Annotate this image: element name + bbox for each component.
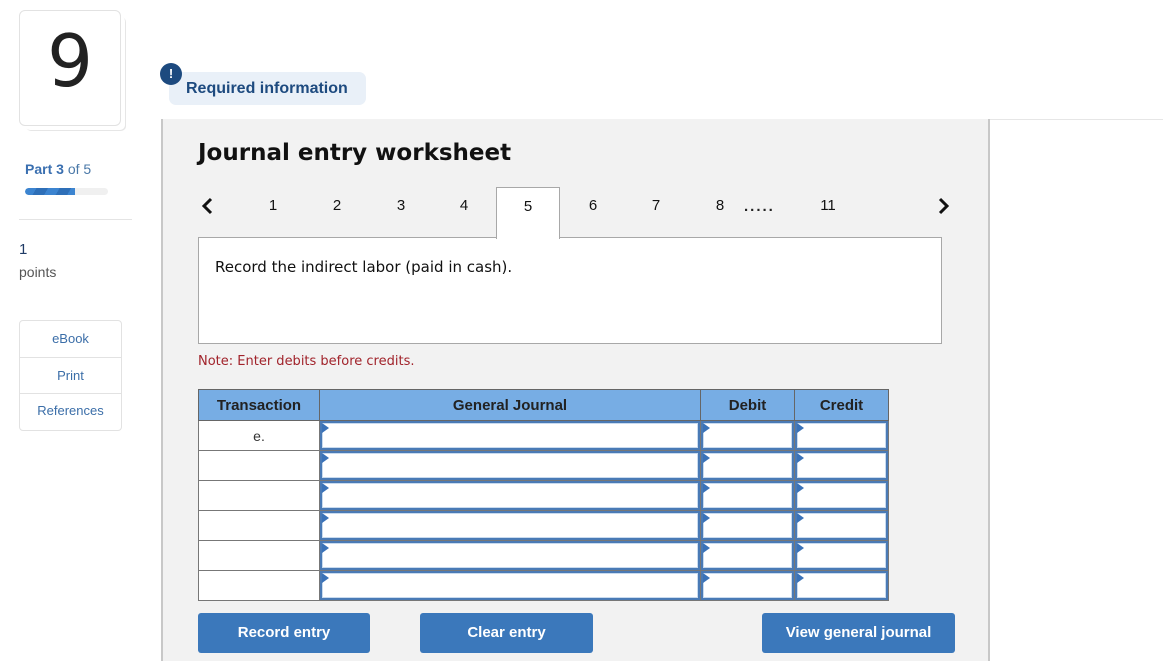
debit-input[interactable] (703, 423, 792, 448)
required-information-label[interactable]: Required information (169, 72, 366, 105)
debit-cell (700, 510, 795, 541)
credit-input[interactable] (797, 513, 886, 538)
account-select[interactable] (322, 513, 698, 538)
worksheet-title: Journal entry worksheet (198, 140, 512, 166)
page-tab-4[interactable]: 4 (450, 187, 478, 237)
references-button[interactable]: References (20, 394, 121, 430)
account-select[interactable] (322, 453, 698, 478)
progress-fill (25, 188, 75, 195)
page-tab-6[interactable]: 6 (579, 187, 607, 237)
points-value: 1 (19, 241, 28, 258)
part-current: 3 (56, 161, 64, 177)
table-row: e. (198, 420, 889, 451)
transaction-cell (198, 450, 320, 481)
credit-input[interactable] (797, 543, 886, 568)
transaction-cell (198, 570, 320, 601)
transaction-cell: e. (198, 420, 320, 451)
question-number-card: 9 (19, 10, 121, 126)
credit-cell (794, 420, 889, 451)
credit-cell (794, 570, 889, 601)
credit-cell (794, 510, 889, 541)
table-row (198, 450, 889, 481)
credit-input[interactable] (797, 423, 886, 448)
record-entry-button[interactable]: Record entry (198, 613, 370, 653)
page-tab-2[interactable]: 2 (323, 187, 351, 237)
points-label: points (19, 264, 57, 280)
instruction-note: Note: Enter debits before credits. (198, 354, 415, 369)
account-select[interactable] (322, 423, 698, 448)
transaction-cell (198, 540, 320, 571)
account-cell (319, 420, 701, 451)
table-row (198, 510, 889, 541)
worksheet-pager: 1 2 3 4 5 6 7 8 ..... 11 (163, 187, 988, 239)
header-general-journal: General Journal (319, 389, 701, 421)
credit-cell (794, 540, 889, 571)
page-tab-5-active[interactable]: 5 (496, 187, 560, 239)
page-tab-1[interactable]: 1 (259, 187, 287, 237)
page-tab-3[interactable]: 3 (387, 187, 415, 237)
account-cell (319, 510, 701, 541)
debit-cell (700, 480, 795, 511)
debit-input[interactable] (703, 543, 792, 568)
transaction-cell (198, 510, 320, 541)
left-rail: 9 Part 3 of 5 1 points eBook Print Refer… (0, 0, 140, 661)
credit-input[interactable] (797, 483, 886, 508)
chevron-left-icon[interactable] (199, 197, 217, 215)
divider (990, 119, 1163, 120)
debit-input[interactable] (703, 483, 792, 508)
journal-table: Transaction General Journal Debit Credit… (198, 389, 889, 601)
header-credit: Credit (794, 389, 889, 421)
credit-cell (794, 480, 889, 511)
prompt-text: Record the indirect labor (paid in cash)… (215, 258, 513, 276)
view-general-journal-button[interactable]: View general journal (762, 613, 955, 653)
table-row (198, 540, 889, 571)
account-cell (319, 480, 701, 511)
page-tab-11[interactable]: 11 (813, 187, 843, 237)
account-select[interactable] (322, 483, 698, 508)
debit-cell (700, 450, 795, 481)
credit-input[interactable] (797, 573, 886, 598)
divider (19, 219, 132, 220)
ebook-button[interactable]: eBook (20, 321, 121, 358)
account-cell (319, 450, 701, 481)
table-row (198, 480, 889, 511)
credit-input[interactable] (797, 453, 886, 478)
account-select[interactable] (322, 573, 698, 598)
prompt-box: Record the indirect labor (paid in cash)… (198, 237, 942, 344)
table-header-row: Transaction General Journal Debit Credit (198, 389, 889, 421)
part-indicator: Part 3 of 5 (25, 161, 91, 177)
credit-cell (794, 450, 889, 481)
account-cell (319, 540, 701, 571)
page-ellipsis: ..... (744, 198, 775, 215)
tools-panel: eBook Print References (19, 320, 122, 431)
header-transaction: Transaction (198, 389, 320, 421)
transaction-cell (198, 480, 320, 511)
alert-icon: ! (160, 63, 182, 85)
chevron-right-icon[interactable] (934, 197, 952, 215)
page-tab-7[interactable]: 7 (642, 187, 670, 237)
header-debit: Debit (700, 389, 795, 421)
print-button[interactable]: Print (20, 358, 121, 394)
page-tab-8[interactable]: 8 (706, 187, 734, 237)
debit-cell (700, 540, 795, 571)
part-progress-bar (25, 188, 108, 195)
question-number: 9 (47, 19, 93, 103)
debit-input[interactable] (703, 453, 792, 478)
clear-entry-button[interactable]: Clear entry (420, 613, 593, 653)
part-suffix: of 5 (67, 161, 92, 177)
debit-cell (700, 570, 795, 601)
account-select[interactable] (322, 543, 698, 568)
debit-cell (700, 420, 795, 451)
journal-entry-worksheet: Journal entry worksheet 1 2 3 4 5 6 7 8 … (161, 119, 990, 661)
account-cell (319, 570, 701, 601)
debit-input[interactable] (703, 513, 792, 538)
part-prefix: Part (25, 161, 53, 177)
debit-input[interactable] (703, 573, 792, 598)
table-row (198, 570, 889, 601)
